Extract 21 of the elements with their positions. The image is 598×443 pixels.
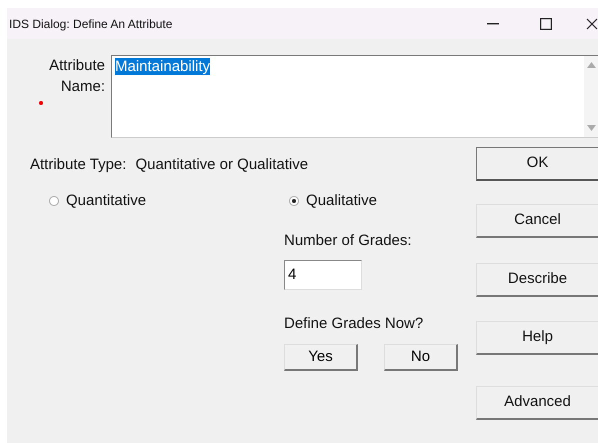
yes-button[interactable]: Yes: [284, 344, 358, 371]
field-label: Attribute Name:: [48, 56, 106, 97]
dialog-button[interactable]: OK: [476, 147, 598, 181]
close-icon[interactable]: [586, 18, 598, 30]
dialog-button[interactable]: Help: [476, 321, 598, 355]
grades-field[interactable]: 4: [284, 260, 362, 290]
field-label: Number of Grades:: [284, 231, 413, 251]
dialog-button[interactable]: Cancel: [476, 204, 598, 238]
window-title: IDS Dialog: Define An Attribute: [9, 16, 172, 32]
section-hint: Quantitative or Qualitative: [135, 155, 308, 175]
section-label: Attribute Type:: [30, 155, 126, 175]
no-button[interactable]: No: [384, 344, 458, 371]
radio-label[interactable]: Qualitative: [306, 190, 377, 212]
dialog-button[interactable]: Advanced: [476, 386, 598, 420]
dialog-button[interactable]: Describe: [476, 263, 598, 297]
maximize-icon[interactable]: [540, 18, 552, 30]
minimize-icon[interactable]: [487, 22, 499, 24]
radio-button[interactable]: [49, 196, 59, 206]
question-label: Define Grades Now?: [284, 314, 424, 334]
radio-button[interactable]: [289, 196, 300, 206]
radio-label[interactable]: Quantitative: [66, 190, 146, 212]
